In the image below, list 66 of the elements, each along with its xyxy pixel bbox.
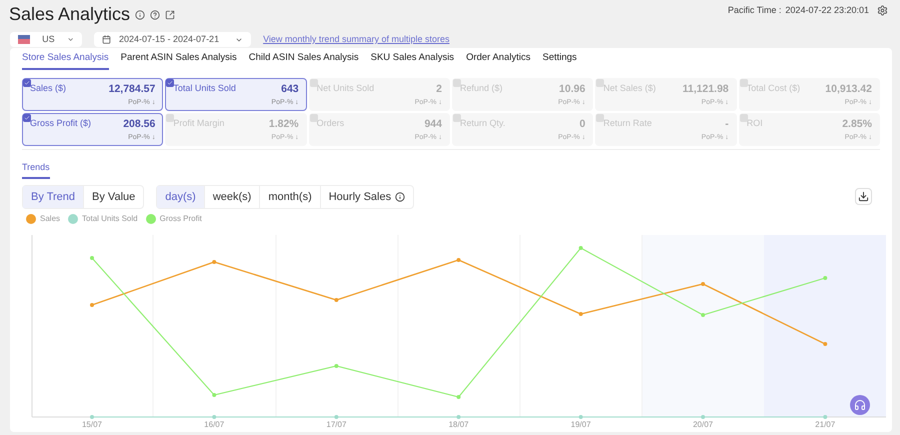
axis-label: 18/07: [448, 420, 469, 429]
checkbox-icon: [452, 114, 461, 122]
metric-value: 944: [424, 117, 442, 132]
info-icon[interactable]: [135, 10, 146, 20]
segment-button[interactable]: day(s): [157, 186, 205, 208]
metric-value: 208.56: [123, 117, 156, 132]
legend-label: Total Units Sold: [82, 213, 138, 225]
trends-tab[interactable]: Trends: [22, 161, 50, 178]
metric-value: 12,784.57: [108, 82, 156, 97]
checkbox-icon: [596, 79, 604, 87]
metric-label: Gross Profit ($): [30, 117, 92, 130]
time-label: Pacific Time :: [728, 4, 782, 17]
download-icon: [858, 191, 869, 202]
download-button[interactable]: [855, 188, 872, 206]
segment-button[interactable]: By Value: [84, 186, 144, 208]
metric-value: -: [725, 117, 729, 132]
checkbox-icon: [740, 114, 748, 122]
axis-label: 19/07: [570, 420, 591, 429]
tab[interactable]: SKU Sales Analysis: [370, 50, 454, 70]
page-title: Sales Analytics: [9, 3, 130, 26]
headset-icon: [854, 399, 866, 411]
checkbox-icon: [23, 114, 31, 122]
metric-value: 1.82%: [268, 117, 299, 132]
checkbox-icon: [310, 114, 318, 122]
external-link-icon[interactable]: [165, 10, 176, 20]
calendar-icon: [102, 35, 111, 44]
tab[interactable]: Store Sales Analysis: [22, 50, 109, 70]
trend-summary-link[interactable]: View monthly trend summary of multiple stores: [263, 32, 450, 46]
axis-label: 15/07: [82, 420, 102, 429]
info-icon: [395, 192, 406, 202]
flag-icon: [18, 35, 30, 44]
tab[interactable]: Order Analytics: [466, 50, 530, 70]
segment-button[interactable]: month(s): [260, 186, 321, 208]
metric-label: Total Units Sold: [173, 82, 236, 95]
tab[interactable]: Parent ASIN Sales Analysis: [120, 50, 237, 70]
checkbox-icon: [310, 79, 318, 87]
metric-value: 2.85%: [842, 117, 872, 132]
metric-value: 643: [281, 82, 299, 97]
checkbox-icon: [23, 79, 31, 87]
checkbox-icon: [740, 79, 748, 87]
help-icon[interactable]: [150, 10, 160, 20]
settings-icon[interactable]: [877, 5, 888, 16]
segment-button[interactable]: week(s): [204, 186, 260, 208]
legend-label: Gross Profit: [160, 213, 202, 225]
metric-value: 11,121.98: [682, 82, 729, 97]
axis-label: 20/07: [692, 420, 714, 429]
segment-button[interactable]: Hourly Sales: [320, 186, 414, 208]
date-range-picker[interactable]: 2024-07-15 - 2024-07-21: [94, 32, 252, 47]
marketplace-select[interactable]: US: [10, 32, 82, 47]
checkbox-icon: [596, 114, 604, 122]
metric-value: 10.96: [559, 82, 586, 97]
tab[interactable]: Settings: [542, 50, 577, 70]
metric-label: Sales ($): [30, 82, 66, 95]
checkbox-icon: [166, 114, 174, 122]
axis-label: 17/07: [326, 420, 346, 429]
tab[interactable]: Child ASIN Sales Analysis: [248, 50, 359, 70]
segment-button[interactable]: By Trend: [23, 186, 84, 208]
axis-label: 21/07: [815, 420, 836, 429]
metric-value: 2: [436, 82, 442, 97]
metric-value: 0: [579, 117, 586, 132]
legend-label: Sales: [40, 213, 60, 225]
time-value: 2024-07-22 23:20:01: [785, 4, 869, 17]
metric-value: 10,913.42: [825, 82, 872, 97]
checkbox-icon: [166, 79, 174, 87]
axis-label: 16/07: [204, 420, 224, 429]
checkbox-icon: [452, 79, 461, 87]
